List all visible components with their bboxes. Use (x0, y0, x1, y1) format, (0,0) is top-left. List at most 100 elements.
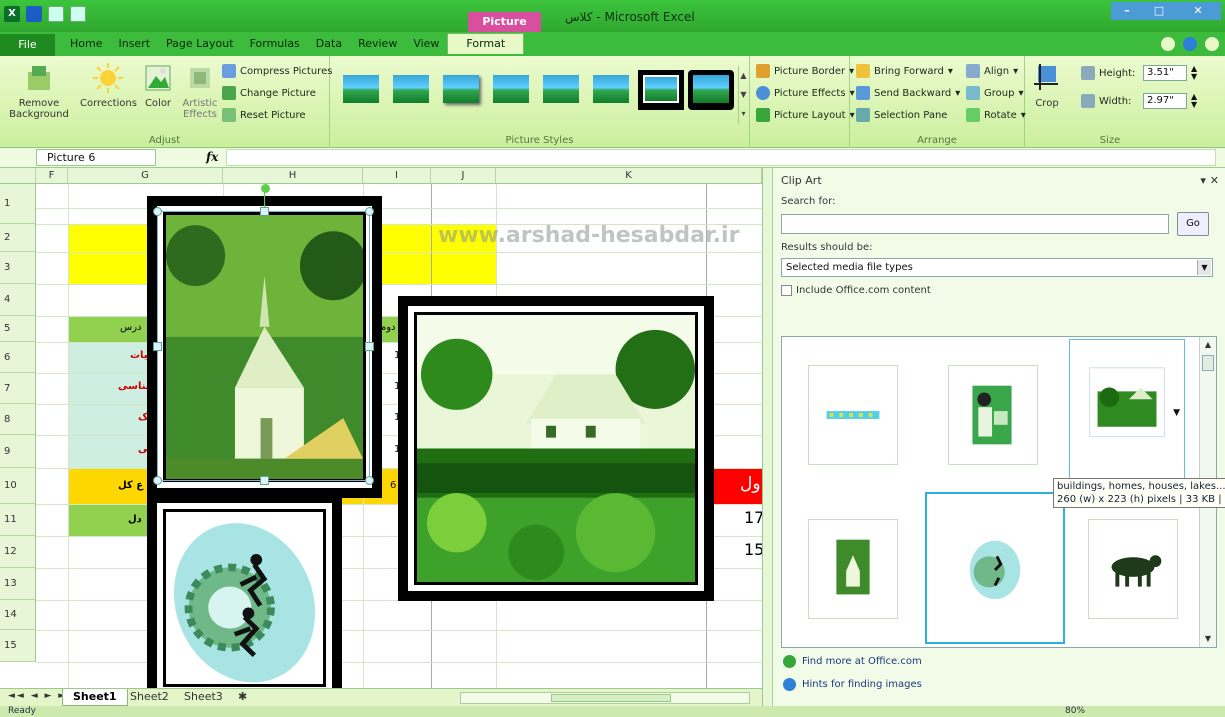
column-header-j[interactable]: J (431, 168, 496, 184)
resize-handle-l[interactable] (153, 342, 162, 351)
horizontal-scrollbar[interactable] (460, 692, 750, 704)
resize-handle-t[interactable] (260, 207, 269, 216)
tab-format[interactable]: Format (447, 33, 525, 54)
worksheet-grid[interactable]: F G H I J K 1 2 3 4 5 6 7 8 9 10 11 12 1… (0, 168, 762, 688)
color-button[interactable]: Color (138, 62, 178, 109)
tab-insert[interactable]: Insert (110, 36, 158, 54)
picture-style-1[interactable] (338, 70, 384, 110)
row-header-10[interactable]: 10 (0, 468, 36, 504)
insert-function-icon[interactable]: fx (206, 150, 218, 164)
tab-file[interactable]: File (0, 34, 55, 56)
row-header-12[interactable]: 12 (0, 536, 36, 568)
rotate-button[interactable]: Rotate ▾ (966, 108, 1026, 122)
corrections-button[interactable]: Corrections (80, 62, 137, 109)
column-header-k[interactable]: K (496, 168, 762, 184)
row-header-9[interactable]: 9 (0, 435, 36, 468)
name-box[interactable]: Picture 6 (36, 149, 156, 166)
row-header-4[interactable]: 4 (0, 284, 36, 316)
find-more-label[interactable]: Find more at Office.com (802, 656, 922, 667)
excel-logo-icon[interactable]: X (4, 6, 20, 22)
clip-dropdown-icon[interactable]: ▼ (1173, 408, 1180, 418)
minimize-ribbon-icon[interactable] (1161, 37, 1175, 51)
sheet-tab-sheet3[interactable]: Sheet3 (174, 689, 233, 706)
send-backward-button[interactable]: Send Backward ▾ (856, 86, 960, 100)
select-all-corner[interactable] (0, 168, 36, 184)
column-header-i[interactable]: I (363, 168, 431, 184)
sheet-tab-sheet1[interactable]: Sheet1 (62, 689, 128, 706)
help-icon[interactable] (1183, 37, 1197, 51)
window-restore-icon[interactable] (1205, 37, 1219, 51)
picture-layout-button[interactable]: Picture Layout ▾ (756, 108, 855, 122)
selection-pane-button[interactable]: Selection Pane (856, 108, 947, 122)
clip-result-3[interactable]: ▼ (1069, 339, 1185, 489)
insert-sheet-icon[interactable]: ✱ (228, 689, 256, 706)
resize-handle-bl[interactable] (153, 476, 162, 485)
clip-result-1[interactable] (808, 365, 898, 465)
clip-result-2[interactable] (948, 365, 1038, 465)
artistic-effects-button[interactable]: Artistic Effects (178, 62, 222, 120)
minimize-icon[interactable]: – (1111, 2, 1143, 20)
rotate-handle[interactable] (261, 184, 270, 193)
row-header-14[interactable]: 14 (0, 600, 36, 630)
include-office-checkbox[interactable]: Include Office.com content (781, 285, 931, 296)
width-input[interactable]: 2.97" (1143, 93, 1187, 109)
scroll-up-icon[interactable]: ▲ (1200, 337, 1216, 353)
dropdown-arrow-icon[interactable]: ▼ (1197, 260, 1211, 275)
picture-style-3[interactable] (438, 70, 484, 110)
group-button[interactable]: Group ▾ (966, 86, 1023, 100)
picture-style-2[interactable] (388, 70, 434, 110)
crop-button[interactable]: Crop (1029, 62, 1065, 109)
row-header-13[interactable]: 13 (0, 568, 36, 600)
results-scroll-thumb[interactable] (1202, 355, 1214, 371)
houses-lake-picture[interactable] (398, 296, 714, 601)
picture-style-4[interactable] (488, 70, 534, 110)
height-spinner[interactable]: ▲ ▼ (1191, 65, 1197, 81)
change-picture-button[interactable]: Change Picture (222, 86, 316, 100)
pane-menu-icon[interactable]: ▾ (1200, 174, 1206, 187)
reset-picture-button[interactable]: Reset Picture (222, 108, 306, 122)
tab-data[interactable]: Data (308, 36, 350, 54)
row-header-8[interactable]: 8 (0, 404, 36, 435)
horizontal-scroll-thumb[interactable] (551, 694, 671, 702)
close-icon[interactable]: ✕ (1175, 2, 1221, 20)
sheet-tab-sheet2[interactable]: Sheet2 (120, 689, 179, 706)
tab-page-layout[interactable]: Page Layout (158, 36, 242, 54)
resize-handle-tr[interactable] (365, 207, 374, 216)
pane-splitter[interactable] (763, 168, 773, 706)
width-spinner[interactable]: ▲ ▼ (1191, 93, 1197, 109)
clip-result-5-selected[interactable] (925, 492, 1065, 644)
media-type-select[interactable]: Selected media file types ▼ (781, 258, 1213, 277)
column-header-f[interactable]: F (36, 168, 68, 184)
row-header-11[interactable]: 11 (0, 504, 36, 536)
row-header-7[interactable]: 7 (0, 373, 36, 404)
hints-link[interactable]: Hints for finding images (783, 678, 922, 691)
undo-icon[interactable] (48, 6, 64, 22)
tab-formulas[interactable]: Formulas (242, 36, 308, 54)
picture-border-button[interactable]: Picture Border ▾ (756, 64, 854, 78)
row-header-1[interactable]: 1 (0, 184, 36, 224)
row-header-3[interactable]: 3 (0, 252, 36, 284)
checkbox-icon[interactable] (781, 285, 792, 296)
align-button[interactable]: Align ▾ (966, 64, 1018, 78)
zoom-level[interactable]: 80% (1065, 706, 1085, 716)
resize-handle-b[interactable] (260, 476, 269, 485)
row-header-15[interactable]: 15 (0, 630, 36, 662)
resize-handle-tl[interactable] (153, 207, 162, 216)
go-button[interactable]: Go (1177, 212, 1209, 236)
pane-close-icon[interactable]: ✕ (1210, 174, 1219, 187)
row-header-5[interactable]: 5 (0, 316, 36, 342)
find-more-link[interactable]: Find more at Office.com (783, 655, 922, 668)
column-header-h[interactable]: H (223, 168, 363, 184)
picture-style-6[interactable] (588, 70, 634, 110)
clip-result-4[interactable] (808, 519, 898, 619)
gears-picture[interactable] (147, 493, 342, 688)
clip-result-6[interactable] (1088, 519, 1178, 619)
resize-handle-br[interactable] (365, 476, 374, 485)
redo-icon[interactable] (70, 6, 86, 22)
column-header-g[interactable]: G (68, 168, 223, 184)
remove-background-button[interactable]: Remove Background (0, 62, 78, 120)
clip-art-search-input[interactable] (781, 214, 1169, 234)
resize-handle-r[interactable] (365, 342, 374, 351)
styles-gallery-scroll[interactable]: ▲ ▼ ▾ (738, 66, 748, 124)
height-input[interactable]: 3.51" (1143, 65, 1187, 81)
